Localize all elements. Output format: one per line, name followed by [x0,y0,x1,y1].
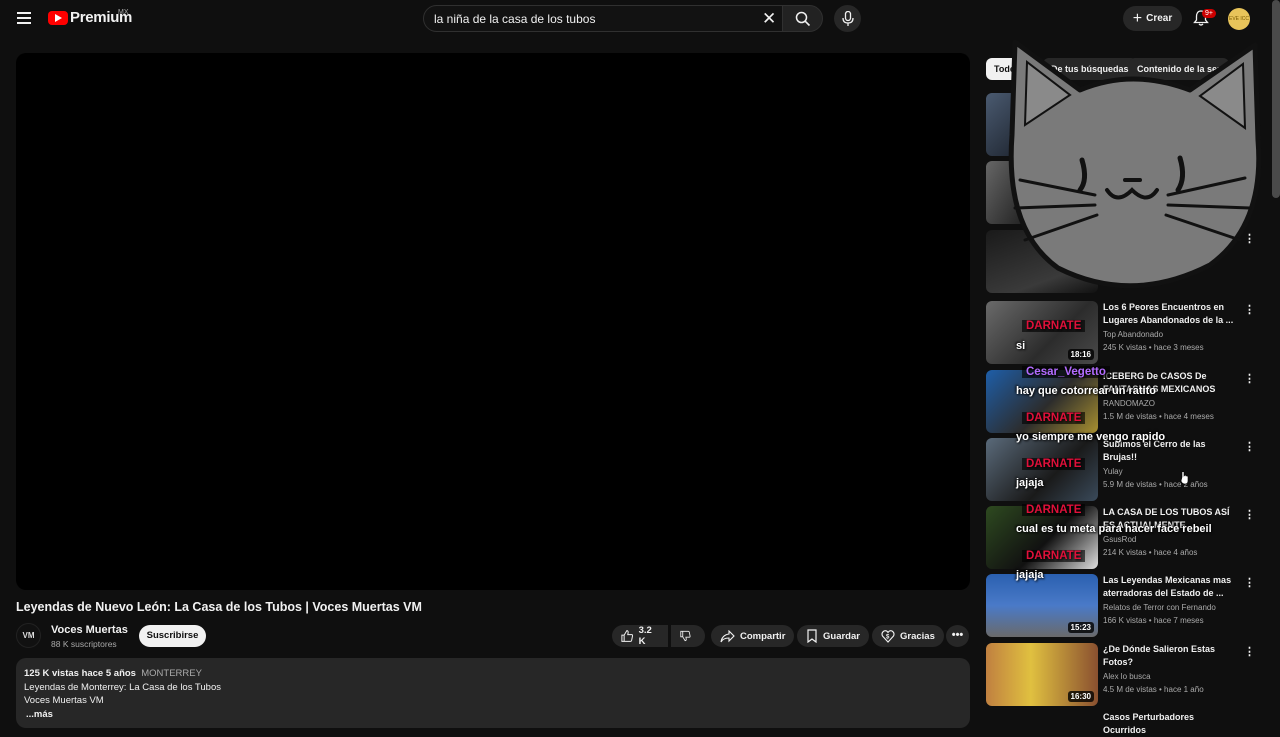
search-input[interactable]: la niña de la casa de los tubos [434,12,595,26]
chat-username: DARNATE [1022,504,1086,516]
share-label: Compartir [740,630,786,642]
channel-name[interactable]: Yulay [1103,467,1123,476]
logo-region: MX [118,9,129,16]
mouse-cursor-icon [1180,471,1189,485]
bookmark-icon [807,629,817,643]
more-options-icon[interactable]: ⋮ [1244,508,1255,521]
video-meta: 4.5 M de vistas • hace 1 año [1103,685,1204,694]
video-meta: 245 K vistas • hace 3 meses [1103,343,1204,352]
subscribe-button[interactable]: Suscribirse [139,625,206,647]
views-and-date: 125 K vistas hace 5 años [24,668,136,679]
microphone-icon [842,11,854,26]
svg-text:$: $ [886,635,890,641]
video-meta: 5.9 M de vistas • hace 2 años [1103,480,1208,489]
channel-name[interactable]: GsusRod [1103,535,1136,544]
share-button[interactable]: Compartir [711,625,795,647]
video-meta: 1.5 M de vistas • hace 4 meses [1103,412,1214,421]
video-title[interactable]: Las Leyendas Mexicanas mas aterradoras d… [1103,574,1238,600]
search-box[interactable]: la niña de la casa de los tubos ✕ [423,5,788,32]
video-title: Leyendas de Nuevo León: La Casa de los T… [16,600,422,614]
chat-username: DARNATE [1022,320,1086,332]
show-more-link[interactable]: ...más [24,708,962,722]
more-options-icon[interactable]: ⋮ [1244,576,1255,589]
chat-message: si [1016,340,1026,352]
more-options-icon[interactable]: ⋮ [1244,645,1255,658]
video-player[interactable] [16,53,970,590]
more-options-icon[interactable]: ⋮ [1244,303,1255,316]
subscriber-count: 88 K suscriptores [51,639,117,649]
recommendation-item[interactable]: 18:16 Los 6 Peores Encuentros en Lugares… [986,301,1274,364]
recommendation-item[interactable]: 16:30 ¿De Dónde Salieron Estas Fotos? Al… [986,643,1274,706]
channel-name[interactable]: Alex lo busca [1103,672,1151,681]
top-bar: Premium MX la niña de la casa de los tub… [0,0,1280,38]
video-title[interactable]: Casos Perturbadores Ocurridos [1103,711,1238,737]
chat-username: DARNATE [1022,412,1086,424]
hashtag[interactable]: MONTERREY [141,668,202,679]
chat-username: Cesar_Vegetto [1022,366,1110,378]
chat-message: yo siempre me vengo rapido [1016,431,1166,443]
video-title[interactable]: Los 6 Peores Encuentros en Lugares Aband… [1103,301,1238,327]
notification-count-badge: 9+ [1202,9,1216,18]
cat-overlay-drawing [1008,40,1262,289]
search-button[interactable] [782,5,823,32]
video-title[interactable]: ¿De Dónde Salieron Estas Fotos? [1103,643,1238,669]
channel-name[interactable]: Top Abandonado [1103,330,1163,339]
video-meta: 214 K vistas • hace 4 años [1103,548,1198,557]
youtube-play-icon [48,10,68,25]
chat-message: cual es tu meta para hacer face rebeil [1016,523,1212,535]
chat-message: jajaja [1016,569,1044,581]
channel-name[interactable]: Voces Muertas [51,624,128,636]
description-line: Voces Muertas VM [24,695,104,706]
channel-name[interactable]: Relatos de Terror con Fernando [1103,603,1216,612]
recommendation-item[interactable]: Casos Perturbadores Ocurridos [986,711,1274,735]
more-options-icon[interactable]: ⋮ [1244,372,1255,385]
share-icon [720,629,735,642]
thumbs-up-icon [621,630,634,642]
more-options-icon[interactable]: ⋮ [1244,440,1255,453]
chat-message: hay que cotorrear un ratito [1016,385,1156,397]
thanks-label: Gracias [900,630,935,642]
more-actions-icon[interactable]: ••• [946,625,969,647]
chat-username: DARNATE [1022,458,1086,470]
description-line: Leyendas de Monterrey: La Casa de los Tu… [24,681,221,693]
video-meta: 166 K vistas • hace 7 meses [1103,616,1204,625]
search-icon [795,11,811,27]
chat-message: jajaja [1016,477,1044,489]
thanks-button[interactable]: $ Gracias [872,625,944,647]
video-duration: 18:16 [1067,349,1094,360]
create-label: Crear [1146,13,1173,24]
voice-search-button[interactable] [834,5,861,32]
account-avatar[interactable]: EVE ICC [1228,8,1250,30]
chat-username: DARNATE [1022,550,1086,562]
video-thumbnail[interactable]: 16:30 [986,643,1098,706]
dislike-button[interactable] [671,625,705,647]
video-duration: 15:23 [1067,622,1094,633]
recommendation-item[interactable]: 15:23 Las Leyendas Mexicanas mas aterrad… [986,574,1274,637]
create-button[interactable]: + Crear [1123,6,1182,31]
clear-search-icon[interactable]: ✕ [762,9,776,29]
thumbs-down-icon [680,630,691,642]
channel-avatar[interactable]: VM [16,623,41,648]
channel-name[interactable]: RANDOMAZO [1103,399,1155,408]
save-label: Guardar [823,630,860,642]
like-count: 3.2 K [638,625,652,647]
description-box[interactable]: 125 K vistas hace 5 años MONTERREY Leyen… [16,658,970,728]
like-button[interactable]: 3.2 K [612,625,668,647]
save-button[interactable]: Guardar [797,625,869,647]
menu-icon[interactable] [14,9,34,29]
plus-icon: + [1132,9,1143,27]
video-thumbnail[interactable]: 18:16 [986,301,1098,364]
super-thanks-icon: $ [881,630,895,643]
video-duration: 16:30 [1067,691,1094,702]
video-thumbnail[interactable]: 15:23 [986,574,1098,637]
